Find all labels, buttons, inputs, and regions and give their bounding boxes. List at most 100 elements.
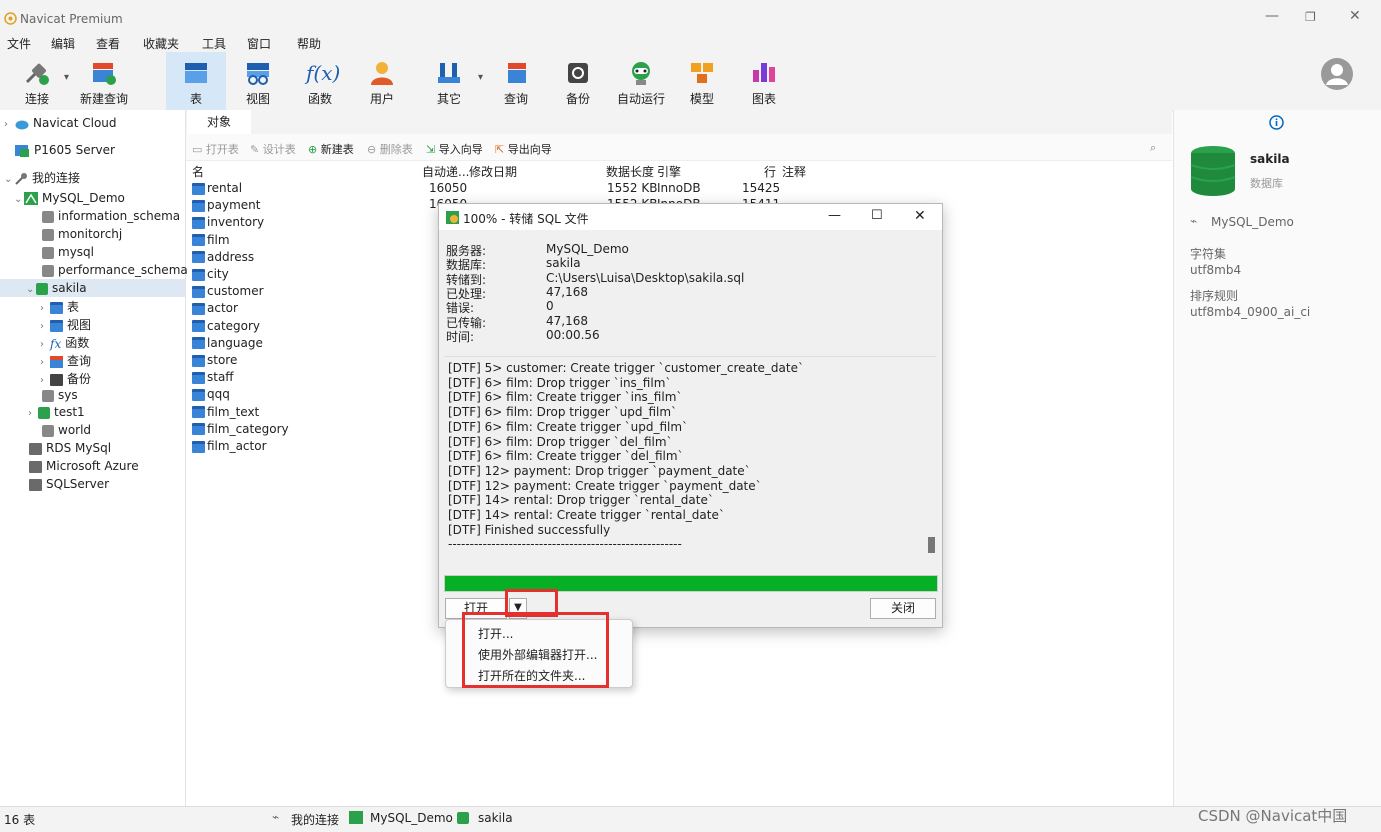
tree-item-world[interactable]: world <box>42 423 91 441</box>
close-window-icon[interactable]: ✕ <box>1349 8 1361 24</box>
tree-item-p1605-server[interactable]: P1605 Server <box>14 143 115 161</box>
user-button[interactable]: 用户 <box>356 52 408 110</box>
column-header-comment[interactable]: 注释 <box>782 163 806 180</box>
tree-item-monitorchj[interactable]: monitorchj <box>42 227 122 245</box>
tree-item-microsoft-azure[interactable]: Microsoft Azure <box>29 459 139 477</box>
menu-view[interactable]: 查看 <box>96 35 120 52</box>
tab-objects[interactable]: 对象 <box>187 110 251 134</box>
table-row[interactable]: film_category <box>192 422 289 439</box>
table-row[interactable]: qqq <box>192 387 230 404</box>
chevron-right-icon[interactable]: › <box>40 339 50 350</box>
automation-button[interactable]: 自动运行 <box>612 52 670 110</box>
tree-item-sakila[interactable]: ⌄ sakila <box>0 279 185 297</box>
chevron-right-icon[interactable]: › <box>40 357 50 368</box>
table-row[interactable]: film_text <box>192 405 259 422</box>
menu-file[interactable]: 文件 <box>7 35 31 52</box>
table-row[interactable]: category <box>192 319 260 336</box>
table-button[interactable]: 表 <box>166 52 226 110</box>
other-dropdown-icon[interactable]: ▾ <box>478 72 483 83</box>
connect-dropdown-icon[interactable]: ▾ <box>64 72 69 83</box>
search-icon[interactable]: ⌕ <box>1150 141 1156 155</box>
chart-label: 图表 <box>751 92 776 106</box>
chart-button[interactable]: 图表 <box>738 52 790 110</box>
log-scrollbar[interactable] <box>928 537 935 553</box>
view-button[interactable]: 视图 <box>232 52 284 110</box>
table-row[interactable]: actor <box>192 301 238 318</box>
dialog-title-bar: 100% - 转储 SQL 文件 — ☐ ✕ <box>439 204 942 230</box>
dialog-close-icon[interactable]: ✕ <box>914 208 926 224</box>
restore-icon[interactable]: ❐ <box>1305 10 1316 24</box>
new-table-button[interactable]: ⊕ 新建表 <box>308 141 354 157</box>
import-wizard-button[interactable]: ⇲ 导入向导 <box>426 141 483 157</box>
dialog-maximize-icon[interactable]: ☐ <box>871 208 883 223</box>
user-icon <box>371 62 393 85</box>
tree-label: RDS MySql <box>46 441 112 455</box>
column-header-engine[interactable]: 引擎 <box>657 163 681 180</box>
column-header-modified[interactable]: 修改日期 <box>469 163 517 180</box>
minimize-icon[interactable]: — <box>1265 8 1279 24</box>
menu-window[interactable]: 窗口 <box>247 35 271 52</box>
column-header-datalen[interactable]: 数据长度 <box>606 163 654 180</box>
table-row[interactable]: rental <box>192 181 242 198</box>
tree-item-mysql[interactable]: mysql <box>42 245 94 263</box>
other-button[interactable]: 其它 <box>420 52 478 110</box>
tree-item-information-schema[interactable]: information_schema <box>42 209 180 227</box>
tree-item-sys[interactable]: sys <box>42 388 78 406</box>
menu-favorites[interactable]: 收藏夹 <box>143 35 179 52</box>
table-row[interactable]: inventory <box>192 215 264 232</box>
dialog-minimize-icon[interactable]: — <box>828 208 841 223</box>
chevron-down-icon[interactable]: ⌄ <box>26 281 36 299</box>
tree-item-my-connections[interactable]: ⌄ 我的连接 <box>4 169 80 187</box>
tree-item-navicat-cloud[interactable]: › Navicat Cloud <box>4 116 117 134</box>
chevron-down-icon[interactable]: ⌄ <box>14 194 24 205</box>
table-row[interactable]: city <box>192 267 229 284</box>
tree-item-test1[interactable]: › test1 <box>28 405 85 423</box>
column-header-autoinc[interactable]: 自动递... <box>422 163 469 180</box>
tree-item-mysql-demo[interactable]: ⌄ MySQL_Demo <box>14 191 125 209</box>
new-query-button[interactable]: 新建查询 <box>76 52 132 110</box>
connect-button[interactable]: 连接 <box>10 52 64 110</box>
tree-item-sqlserver[interactable]: SQLServer <box>29 477 109 495</box>
chart-icon <box>753 63 775 82</box>
table-row[interactable]: film_actor <box>192 439 267 456</box>
open-table-button[interactable]: ▭ 打开表 <box>192 141 239 157</box>
rows-value: 15425 <box>742 181 781 195</box>
tree-item-queries[interactable]: › 查询 <box>40 352 91 370</box>
tree-item-functions[interactable]: › fx 函数 <box>40 334 89 352</box>
function-button[interactable]: f(x) 函数 <box>294 52 346 110</box>
chevron-right-icon[interactable]: › <box>4 119 14 130</box>
table-row[interactable]: payment <box>192 198 260 215</box>
table-row[interactable]: language <box>192 336 263 353</box>
menu-edit[interactable]: 编辑 <box>51 35 75 52</box>
menu-help[interactable]: 帮助 <box>297 35 321 52</box>
table-row[interactable]: store <box>192 353 237 370</box>
chevron-right-icon[interactable]: › <box>28 408 38 419</box>
model-button[interactable]: 模型 <box>676 52 728 110</box>
tree-label: sys <box>58 388 78 402</box>
column-header-name[interactable]: 名 <box>192 163 204 180</box>
chevron-right-icon[interactable]: › <box>40 321 50 332</box>
tree-item-backups[interactable]: › 备份 <box>40 370 91 388</box>
table-row[interactable]: address <box>192 250 254 267</box>
export-wizard-button[interactable]: ⇱ 导出向导 <box>495 141 552 157</box>
menu-tools[interactable]: 工具 <box>202 35 226 52</box>
chevron-right-icon[interactable]: › <box>40 303 50 314</box>
query-button[interactable]: 查询 <box>490 52 542 110</box>
close-button[interactable]: 关闭 <box>870 598 936 619</box>
avatar[interactable] <box>1320 57 1354 91</box>
backup-icon <box>568 63 588 83</box>
tree-item-tables[interactable]: › 表 <box>40 298 79 316</box>
chevron-down-icon[interactable]: ⌄ <box>4 174 14 185</box>
log-output[interactable]: [DTF] 5> customer: Create trigger `custo… <box>444 356 936 567</box>
column-header-rows[interactable]: 行 <box>764 163 776 180</box>
table-row[interactable]: film <box>192 233 230 250</box>
tree-item-rds-mysql[interactable]: RDS MySql <box>29 441 111 459</box>
info-icon[interactable] <box>1269 115 1284 130</box>
table-row[interactable]: staff <box>192 370 234 387</box>
backup-button[interactable]: 备份 <box>552 52 604 110</box>
tree-item-views[interactable]: › 视图 <box>40 316 91 334</box>
design-table-button[interactable]: ✎ 设计表 <box>250 141 296 157</box>
chevron-right-icon[interactable]: › <box>40 375 50 386</box>
table-row[interactable]: customer <box>192 284 264 301</box>
delete-table-button[interactable]: ⊖ 删除表 <box>367 141 413 157</box>
